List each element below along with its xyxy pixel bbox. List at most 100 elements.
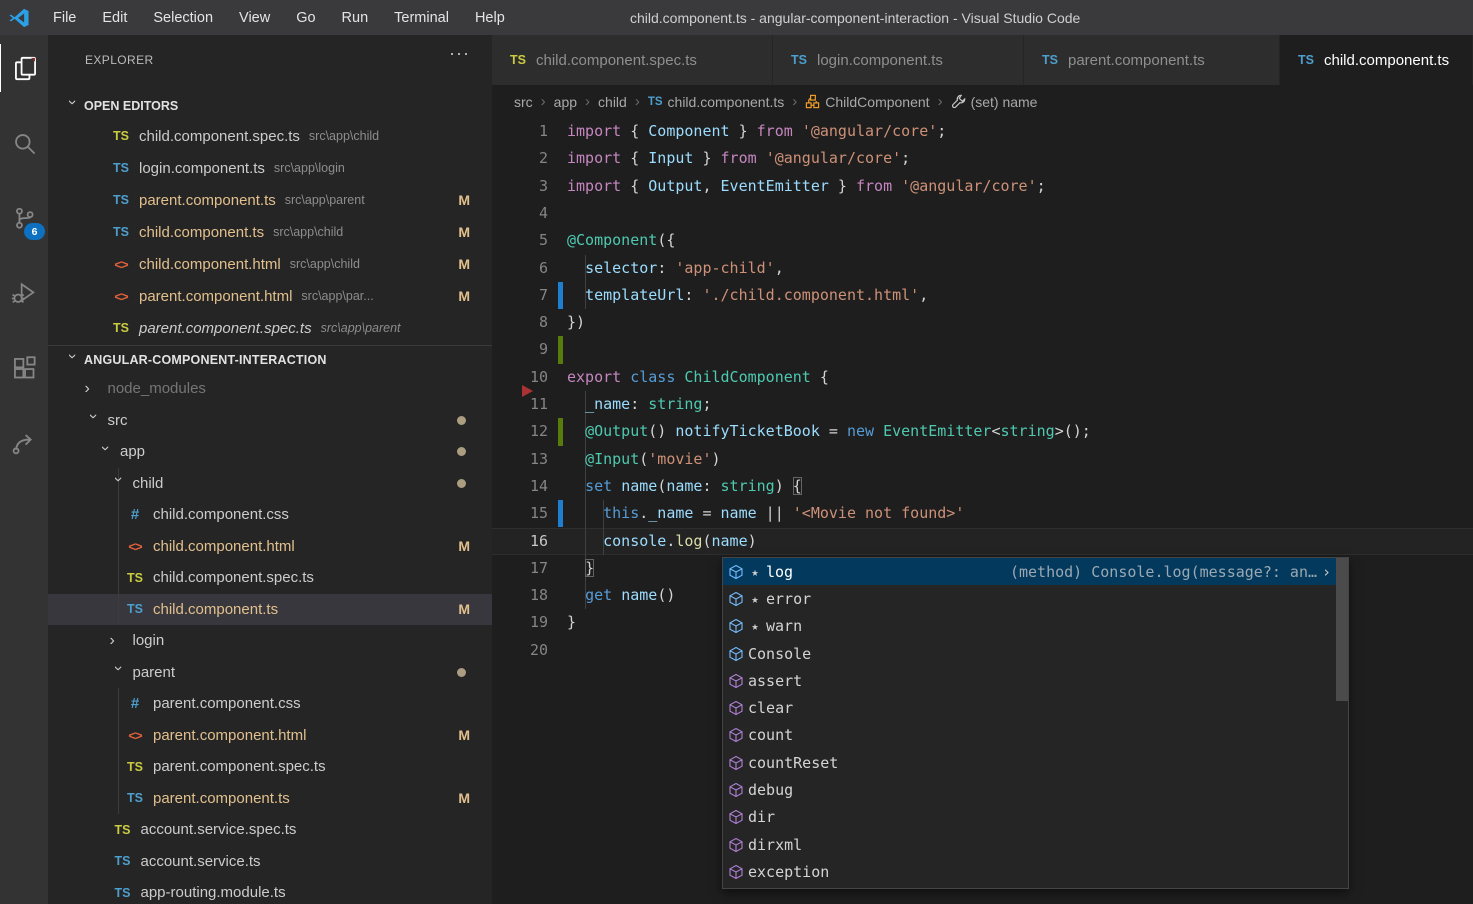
- activity-extensions[interactable]: [0, 344, 48, 392]
- tab-child.component.ts[interactable]: TSchild.component.ts: [1280, 35, 1473, 85]
- breadcrumb-item-app[interactable]: app: [554, 94, 577, 110]
- breadcrumb-item-child[interactable]: child: [598, 94, 627, 110]
- tree-item-child.component.html[interactable]: <>child.component.htmlM: [48, 531, 492, 563]
- popup-scrollbar[interactable]: [1336, 558, 1348, 701]
- line-number[interactable]: 6: [492, 255, 548, 282]
- suggest-item-dir[interactable]: dir: [723, 804, 1348, 831]
- breadcrumb-item-src[interactable]: src: [514, 94, 533, 110]
- tab-login.component.ts[interactable]: TSlogin.component.ts: [773, 35, 1024, 85]
- line-number[interactable]: 3: [492, 173, 548, 200]
- tab-parent.component.ts[interactable]: TSparent.component.ts: [1024, 35, 1280, 85]
- line-number[interactable]: 8: [492, 309, 548, 336]
- open-editor-item[interactable]: TSchild.component.spec.tssrc\app\child: [48, 120, 492, 152]
- line-number[interactable]: 15: [492, 500, 548, 527]
- code-line[interactable]: 4: [492, 200, 1473, 227]
- line-number[interactable]: 10: [492, 364, 548, 391]
- open-editors-header[interactable]: › OPEN EDITORS: [48, 92, 492, 120]
- tree-item-account.service.ts[interactable]: TSaccount.service.ts: [48, 846, 492, 878]
- tree-item-child.component.ts[interactable]: TSchild.component.tsM: [48, 594, 492, 626]
- expand-details-icon[interactable]: ›: [1319, 563, 1334, 581]
- code-line[interactable]: 3import { Output, EventEmitter } from '@…: [492, 173, 1473, 200]
- code-line[interactable]: 10export class ChildComponent {: [492, 364, 1473, 391]
- code-editor[interactable]: 1import { Component } from '@angular/cor…: [492, 118, 1473, 904]
- open-editor-item[interactable]: TSchild.component.tssrc\app\childM: [48, 216, 492, 248]
- suggest-item-debug[interactable]: debug: [723, 776, 1348, 803]
- suggest-item-count[interactable]: count: [723, 722, 1348, 749]
- line-number[interactable]: 12: [492, 418, 548, 445]
- line-number[interactable]: 17: [492, 555, 548, 582]
- breadcrumb-item-child.component.ts[interactable]: TSchild.component.ts: [648, 94, 784, 110]
- suggest-item-exception[interactable]: exception: [723, 858, 1348, 885]
- open-editor-item[interactable]: TSparent.component.tssrc\app\parentM: [48, 184, 492, 216]
- more-actions-button[interactable]: ···: [449, 43, 470, 64]
- tree-item-login[interactable]: ›login: [48, 625, 492, 657]
- line-number[interactable]: 19: [492, 609, 548, 636]
- line-number[interactable]: 9: [492, 336, 548, 363]
- tree-item-child.component.css[interactable]: #child.component.css: [48, 499, 492, 531]
- code-line[interactable]: 5@Component({: [492, 227, 1473, 254]
- suggest-item-Console[interactable]: Console: [723, 640, 1348, 667]
- tree-item-parent.component.css[interactable]: #parent.component.css: [48, 688, 492, 720]
- line-number[interactable]: 4: [492, 200, 548, 227]
- suggest-item-assert[interactable]: assert: [723, 667, 1348, 694]
- tree-item-src[interactable]: ›src: [48, 405, 492, 437]
- line-number[interactable]: 18: [492, 582, 548, 609]
- code-line[interactable]: 14 set name(name: string) {: [492, 473, 1473, 500]
- line-number[interactable]: 13: [492, 446, 548, 473]
- tree-item-account.service.spec.ts[interactable]: TSaccount.service.spec.ts: [48, 814, 492, 846]
- line-number[interactable]: 11: [492, 391, 548, 418]
- code-line[interactable]: 1import { Component } from '@angular/cor…: [492, 118, 1473, 145]
- line-number[interactable]: 14: [492, 473, 548, 500]
- code-line[interactable]: 7 templateUrl: './child.component.html',: [492, 282, 1473, 309]
- menu-help[interactable]: Help: [462, 0, 518, 35]
- menu-file[interactable]: File: [40, 0, 89, 35]
- open-editor-item[interactable]: TSlogin.component.tssrc\app\login: [48, 152, 492, 184]
- menu-go[interactable]: Go: [283, 0, 328, 35]
- tab-child.component.spec.ts[interactable]: TSchild.component.spec.ts: [492, 35, 773, 85]
- menu-selection[interactable]: Selection: [140, 0, 226, 35]
- tree-item-parent[interactable]: ›parent: [48, 657, 492, 689]
- suggest-item-dirxml[interactable]: dirxml: [723, 831, 1348, 858]
- open-editor-item[interactable]: <>child.component.htmlsrc\app\childM: [48, 248, 492, 280]
- code-line[interactable]: 16 console.log(name): [492, 528, 1473, 555]
- menu-run[interactable]: Run: [329, 0, 382, 35]
- line-number[interactable]: 2: [492, 145, 548, 172]
- activity-run-debug[interactable]: [0, 269, 48, 317]
- suggest-item-log[interactable]: ★log(method) Console.log(message?: an…›: [723, 558, 1348, 585]
- tree-item-child.component.spec.ts[interactable]: TSchild.component.spec.ts: [48, 562, 492, 594]
- tree-item-child[interactable]: ›child: [48, 468, 492, 500]
- tree-item-parent.component.html[interactable]: <>parent.component.htmlM: [48, 720, 492, 752]
- suggest-item-countReset[interactable]: countReset: [723, 749, 1348, 776]
- code-line[interactable]: 9: [492, 336, 1473, 363]
- activity-source-control[interactable]: 6: [0, 194, 48, 242]
- line-number[interactable]: 7: [492, 282, 548, 309]
- tree-item-parent.component.spec.ts[interactable]: TSparent.component.spec.ts: [48, 751, 492, 783]
- code-line[interactable]: 12 @Output() notifyTicketBook = new Even…: [492, 418, 1473, 445]
- breadcrumb-item-ChildComponent[interactable]: ChildComponent: [805, 94, 929, 110]
- open-editor-item[interactable]: <>parent.component.htmlsrc\app\par...M: [48, 280, 492, 312]
- menu-edit[interactable]: Edit: [89, 0, 140, 35]
- suggest-item-warn[interactable]: ★warn: [723, 613, 1348, 640]
- activity-search[interactable]: [0, 119, 48, 167]
- line-number[interactable]: 20: [492, 637, 548, 664]
- code-line[interactable]: 13 @Input('movie'): [492, 446, 1473, 473]
- line-number[interactable]: 16: [492, 528, 548, 555]
- suggest-item-clear[interactable]: clear: [723, 694, 1348, 721]
- tree-item-node_modules[interactable]: ›node_modules: [48, 373, 492, 405]
- line-number[interactable]: 5: [492, 227, 548, 254]
- project-section-header[interactable]: › ANGULAR-COMPONENT-INTERACTION: [48, 345, 492, 374]
- activity-explorer[interactable]: [0, 44, 49, 92]
- open-editor-item[interactable]: TSparent.component.spec.tssrc\app\parent: [48, 312, 492, 344]
- tree-item-app-routing.module.ts[interactable]: TSapp-routing.module.ts: [48, 877, 492, 904]
- tree-item-parent.component.ts[interactable]: TSparent.component.tsM: [48, 783, 492, 815]
- suggest-item-error[interactable]: ★error: [723, 585, 1348, 612]
- code-line[interactable]: 2import { Input } from '@angular/core';: [492, 145, 1473, 172]
- code-line[interactable]: 8}): [492, 309, 1473, 336]
- line-number[interactable]: 1: [492, 118, 548, 145]
- menu-view[interactable]: View: [226, 0, 283, 35]
- code-line[interactable]: 11 _name: string;: [492, 391, 1473, 418]
- code-line[interactable]: 6 selector: 'app-child',: [492, 255, 1473, 282]
- tree-item-app[interactable]: ›app: [48, 436, 492, 468]
- menu-terminal[interactable]: Terminal: [381, 0, 462, 35]
- code-line[interactable]: 15 this._name = name || '<Movie not foun…: [492, 500, 1473, 527]
